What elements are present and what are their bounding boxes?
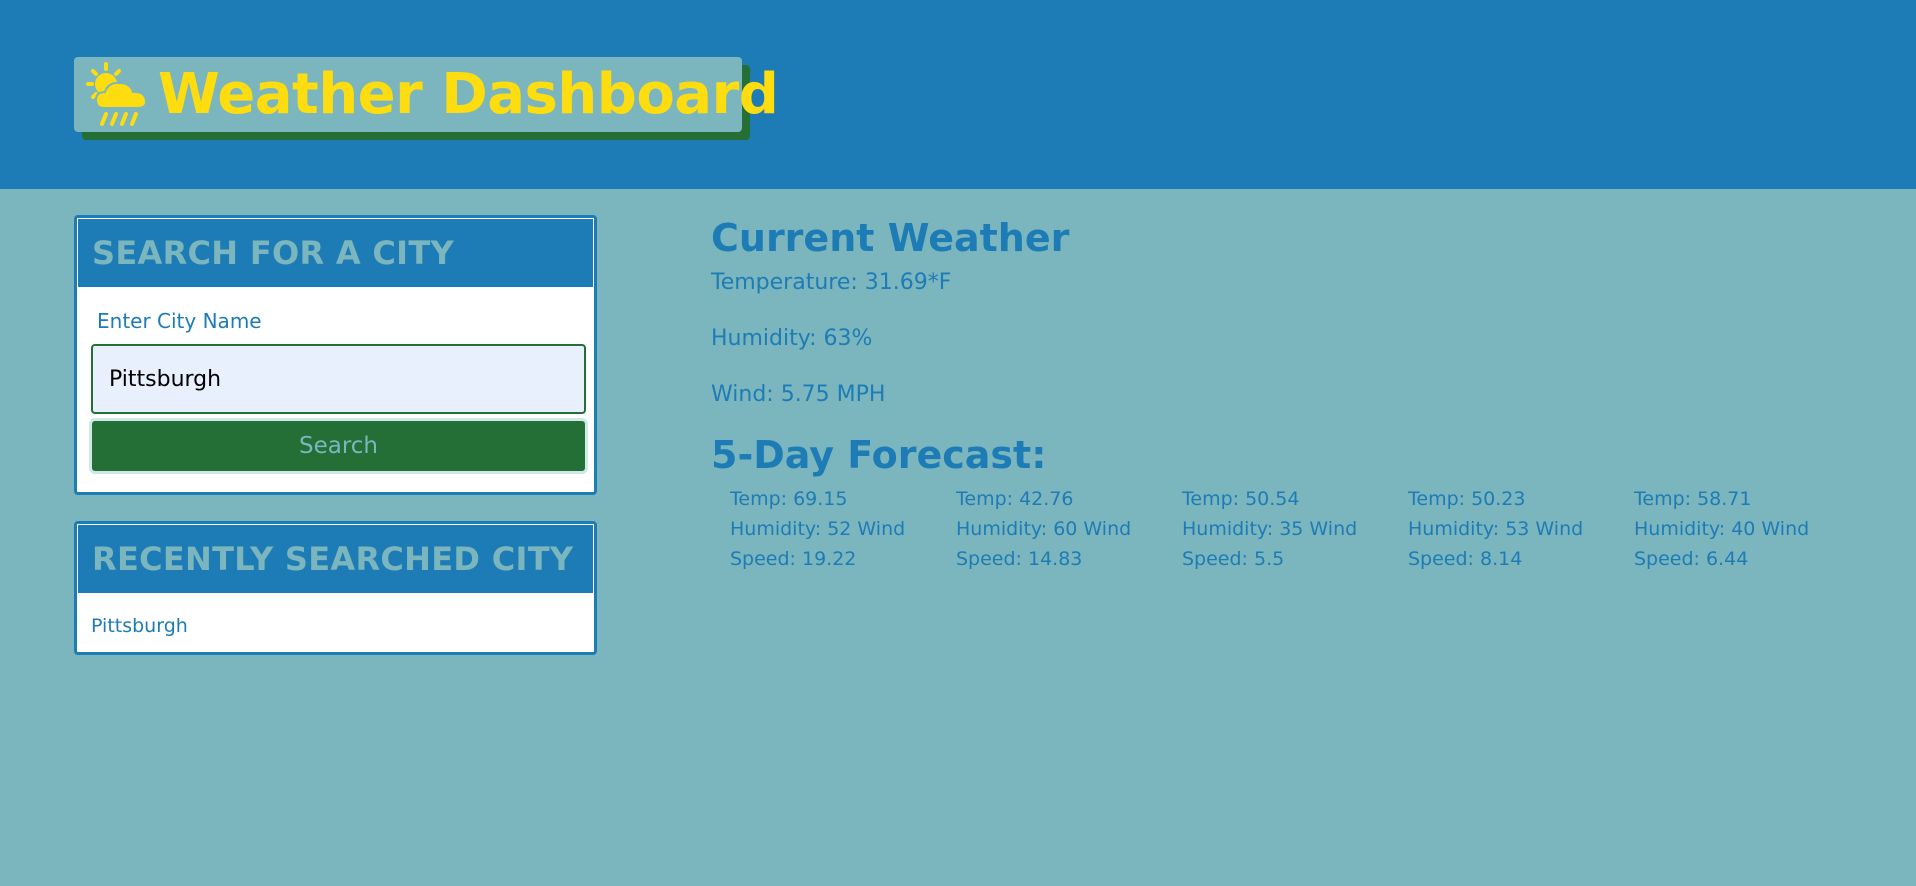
forecast-day: Temp: 50.54 Humidity: 35 Wind Speed: 5.5 — [1182, 484, 1408, 574]
forecast-heading: 5-Day Forecast: — [711, 433, 1047, 477]
current-temperature: Temperature: 31.69*F — [711, 270, 952, 295]
forecast-day: Temp: 42.76 Humidity: 60 Wind Speed: 14.… — [956, 484, 1182, 574]
forecast-day: Temp: 50.23 Humidity: 53 Wind Speed: 8.1… — [1408, 484, 1634, 574]
sun-cloud-rain-icon — [82, 60, 154, 130]
title-banner: Weather Dashboard — [74, 57, 779, 132]
forecast-day: Temp: 69.15 Humidity: 52 Wind Speed: 19.… — [730, 484, 956, 574]
recent-card: RECENTLY SEARCHED CITY Pittsburgh — [74, 521, 597, 655]
forecast-details: Humidity: 60 Wind Speed: 14.83 — [956, 518, 1132, 570]
recent-city-item[interactable]: Pittsburgh — [91, 615, 188, 637]
forecast-temp: Temp: 69.15 — [730, 488, 848, 510]
current-weather-heading: Current Weather — [711, 216, 1070, 260]
current-wind: Wind: 5.75 MPH — [711, 382, 886, 407]
forecast-details: Humidity: 35 Wind Speed: 5.5 — [1182, 518, 1358, 570]
forecast-details: Humidity: 52 Wind Speed: 19.22 — [730, 518, 906, 570]
recent-card-header: RECENTLY SEARCHED CITY — [77, 524, 594, 594]
page-title: Weather Dashboard — [158, 62, 779, 127]
city-search-input[interactable] — [91, 344, 586, 414]
forecast-list: Temp: 69.15 Humidity: 52 Wind Speed: 19.… — [730, 484, 1860, 574]
current-humidity: Humidity: 63% — [711, 326, 873, 351]
forecast-details: Humidity: 53 Wind Speed: 8.14 — [1408, 518, 1584, 570]
forecast-details: Humidity: 40 Wind Speed: 6.44 — [1634, 518, 1810, 570]
forecast-temp: Temp: 50.23 — [1408, 488, 1526, 510]
recent-heading: RECENTLY SEARCHED CITY — [92, 540, 574, 578]
forecast-temp: Temp: 50.54 — [1182, 488, 1300, 510]
city-name-label: Enter City Name — [97, 309, 262, 333]
forecast-day: Temp: 58.71 Humidity: 40 Wind Speed: 6.4… — [1634, 484, 1860, 574]
search-card: SEARCH FOR A CITY Enter City Name Search — [74, 215, 597, 495]
search-heading: SEARCH FOR A CITY — [92, 234, 454, 272]
forecast-temp: Temp: 58.71 — [1634, 488, 1752, 510]
page-header: Weather Dashboard — [0, 0, 1916, 189]
search-button[interactable]: Search — [89, 418, 588, 474]
search-card-header: SEARCH FOR A CITY — [77, 218, 594, 288]
forecast-temp: Temp: 42.76 — [956, 488, 1074, 510]
